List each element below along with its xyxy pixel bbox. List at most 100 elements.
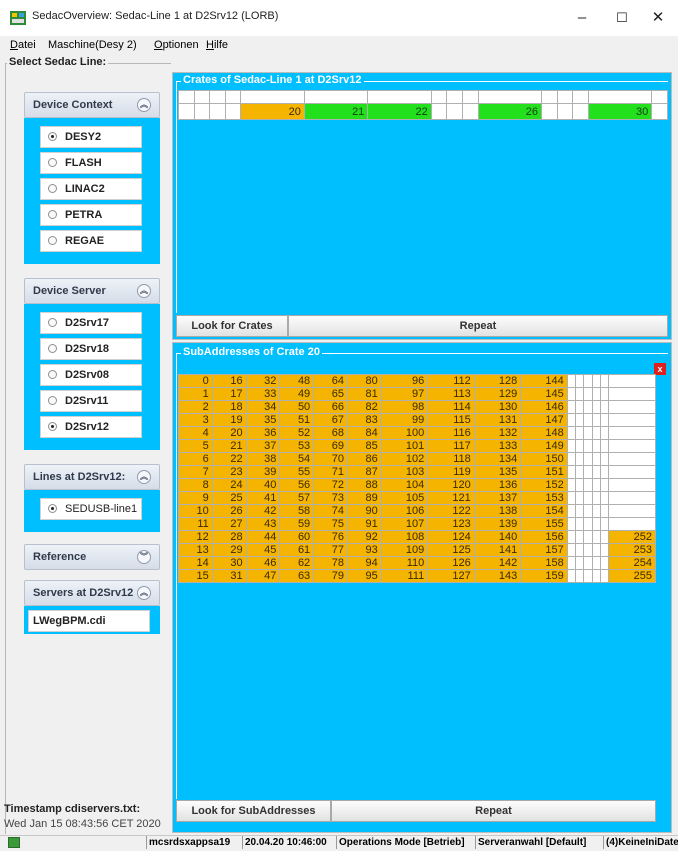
subaddress-cell[interactable]: [600, 400, 610, 414]
subaddress-cell[interactable]: 116: [427, 426, 475, 440]
subaddress-cell[interactable]: 253: [608, 543, 656, 557]
subaddress-cell[interactable]: 75: [313, 517, 348, 531]
subaddress-cell[interactable]: 83: [346, 413, 382, 427]
subaddress-cell[interactable]: 134: [473, 452, 522, 466]
menu-hilfe[interactable]: Hilfe: [206, 39, 228, 51]
subaddress-cell[interactable]: 137: [473, 491, 522, 505]
subaddress-cell[interactable]: 12: [178, 530, 213, 544]
subaddress-cell[interactable]: 77: [313, 543, 348, 557]
subaddress-cell[interactable]: [566, 374, 577, 388]
reference-header[interactable]: Reference ︾: [24, 544, 160, 570]
subaddress-cell[interactable]: 106: [380, 504, 429, 518]
subaddress-cell[interactable]: 98: [380, 400, 429, 414]
subaddress-cell[interactable]: 138: [473, 504, 522, 518]
subaddress-cell[interactable]: [600, 517, 610, 531]
subaddress-cell[interactable]: 50: [279, 400, 315, 414]
subaddress-cell[interactable]: 113: [427, 387, 475, 401]
subaddress-cell[interactable]: [608, 413, 656, 427]
subaddress-cell[interactable]: [591, 465, 602, 479]
server-item[interactable]: LWegBPM.cdi: [28, 610, 150, 632]
radio-d2srv18[interactable]: D2Srv18: [40, 338, 142, 360]
subaddress-cell[interactable]: 115: [427, 413, 475, 427]
subaddress-cell[interactable]: 54: [279, 452, 315, 466]
subaddress-cell[interactable]: [600, 504, 610, 518]
subaddress-cell[interactable]: 28: [211, 530, 247, 544]
subaddress-cell[interactable]: [566, 465, 577, 479]
subaddress-cell[interactable]: [575, 452, 585, 466]
subaddress-cell[interactable]: [591, 413, 602, 427]
subaddress-cell[interactable]: [583, 374, 593, 388]
crate-cell[interactable]: [446, 103, 463, 120]
subaddress-cell[interactable]: [583, 543, 593, 557]
subaddress-cell[interactable]: 78: [313, 556, 348, 570]
subaddress-cell[interactable]: 2: [178, 400, 213, 414]
subaddress-cell[interactable]: 4: [178, 426, 213, 440]
subaddress-cell[interactable]: 21: [211, 439, 247, 453]
subaddress-cell[interactable]: [566, 452, 577, 466]
crate-cell[interactable]: [209, 103, 226, 120]
subaddress-cell[interactable]: 118: [427, 452, 475, 466]
subaddress-cell[interactable]: 16: [211, 374, 247, 388]
subaddress-cell[interactable]: [600, 465, 610, 479]
subaddress-cell[interactable]: [566, 478, 577, 492]
subaddress-cell[interactable]: 13: [178, 543, 213, 557]
subaddress-cell[interactable]: 81: [346, 387, 382, 401]
subaddress-cell[interactable]: 157: [520, 543, 568, 557]
subaddress-cell[interactable]: 143: [473, 569, 522, 583]
subaddress-cell[interactable]: [583, 413, 593, 427]
subaddress-cell[interactable]: 132: [473, 426, 522, 440]
subaddress-cell[interactable]: 135: [473, 465, 522, 479]
subaddress-cell[interactable]: 79: [313, 569, 348, 583]
subaddress-cell[interactable]: 0: [178, 374, 213, 388]
subaddress-cell[interactable]: 148: [520, 426, 568, 440]
subaddress-cell[interactable]: [608, 517, 656, 531]
subaddress-cell[interactable]: 38: [245, 452, 281, 466]
subaddress-cell[interactable]: 19: [211, 413, 247, 427]
subaddress-cell[interactable]: [591, 569, 602, 583]
crate-cell[interactable]: [224, 103, 242, 120]
subaddress-cell[interactable]: [600, 478, 610, 492]
subaddress-cell[interactable]: 133: [473, 439, 522, 453]
subaddress-cell[interactable]: 125: [427, 543, 475, 557]
subaddress-cell[interactable]: 39: [245, 465, 281, 479]
maximize-button[interactable]: ☐: [602, 0, 642, 36]
subaddress-cell[interactable]: 90: [346, 504, 382, 518]
subaddress-cell[interactable]: [575, 530, 585, 544]
subaddress-cell[interactable]: [575, 517, 585, 531]
subaddress-cell[interactable]: 130: [473, 400, 522, 414]
subaddress-cell[interactable]: [608, 400, 656, 414]
subaddress-cell[interactable]: 72: [313, 478, 348, 492]
subaddress-cell[interactable]: 154: [520, 504, 568, 518]
crate-cell[interactable]: 20: [240, 103, 305, 120]
subaddress-cell[interactable]: [600, 387, 610, 401]
subaddress-cell[interactable]: 35: [245, 413, 281, 427]
subaddress-cell[interactable]: [583, 504, 593, 518]
subaddress-cell[interactable]: 120: [427, 478, 475, 492]
subaddress-cell[interactable]: 111: [380, 569, 429, 583]
radio-d2srv12[interactable]: D2Srv12: [40, 416, 142, 438]
subaddress-cell[interactable]: [600, 569, 610, 583]
subaddress-cell[interactable]: 62: [279, 556, 315, 570]
subaddress-cell[interactable]: 69: [313, 439, 348, 453]
subaddress-cell[interactable]: [566, 543, 577, 557]
subaddress-cell[interactable]: 36: [245, 426, 281, 440]
subaddress-cell[interactable]: 89: [346, 491, 382, 505]
subaddress-cell[interactable]: 117: [427, 439, 475, 453]
subaddress-cell[interactable]: [566, 517, 577, 531]
subaddress-cell[interactable]: 139: [473, 517, 522, 531]
crate-cell[interactable]: 26: [477, 103, 543, 120]
subaddress-cell[interactable]: 128: [473, 374, 522, 388]
subaddress-cell[interactable]: 152: [520, 478, 568, 492]
subaddress-cell[interactable]: 3: [178, 413, 213, 427]
subaddress-cell[interactable]: [600, 491, 610, 505]
subaddress-cell[interactable]: 46: [245, 556, 281, 570]
subaddress-cell[interactable]: 51: [279, 413, 315, 427]
subaddress-cell[interactable]: 92: [346, 530, 382, 544]
subaddress-cell[interactable]: 124: [427, 530, 475, 544]
subaddress-cell[interactable]: 159: [520, 569, 568, 583]
subaddress-cell[interactable]: [591, 452, 602, 466]
subaddress-cell[interactable]: 84: [346, 426, 382, 440]
subaddress-cell[interactable]: 48: [279, 374, 315, 388]
subaddress-cell[interactable]: 52: [279, 426, 315, 440]
subaddress-cell[interactable]: 70: [313, 452, 348, 466]
